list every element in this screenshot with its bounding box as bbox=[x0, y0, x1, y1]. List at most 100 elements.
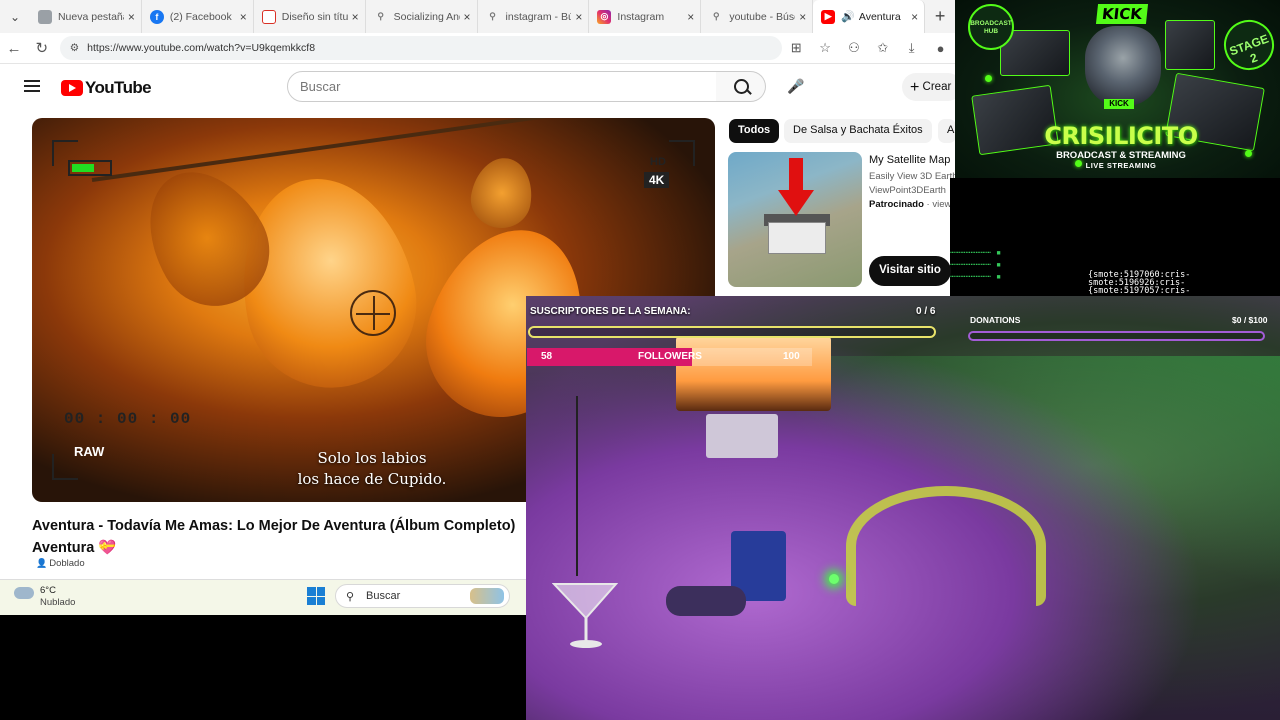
followers-goal: 100 bbox=[783, 351, 800, 362]
hoverboard bbox=[666, 586, 746, 616]
heart-icon: 💝 bbox=[98, 540, 117, 556]
light-dot bbox=[1245, 150, 1252, 157]
new-tab-icon[interactable]: + bbox=[925, 6, 955, 27]
tripod-stand bbox=[576, 396, 578, 576]
browser-tab[interactable]: ⚲ instagram - Bús × bbox=[478, 0, 590, 33]
frame-corner bbox=[52, 140, 78, 166]
chip-more[interactable]: A bbox=[938, 119, 956, 143]
subtitle-line: Solo los labios bbox=[317, 449, 427, 467]
back-icon[interactable]: ← bbox=[0, 40, 28, 57]
browser-tab-active[interactable]: ▶ 🔊 Aventura × bbox=[813, 0, 926, 33]
tab-title: Diseño sin título bbox=[281, 10, 348, 23]
browser-tab[interactable]: Nueva pestaña × bbox=[30, 0, 142, 33]
hud-4k-label: 4K bbox=[644, 172, 670, 188]
martini-glass-icon bbox=[552, 583, 618, 648]
create-button[interactable]: + Crear bbox=[902, 73, 962, 101]
youtube-icon: ▶ bbox=[821, 9, 836, 24]
video-title: Aventura - Todavía Me Amas: Lo Mejor De … bbox=[32, 515, 527, 559]
wall-unit bbox=[706, 414, 778, 458]
close-icon[interactable]: × bbox=[799, 10, 806, 24]
leaf-image bbox=[466, 153, 538, 233]
brand-title: CRISILICITO bbox=[1044, 122, 1198, 150]
close-icon[interactable]: × bbox=[128, 10, 135, 24]
apps-icon[interactable]: ⊞ bbox=[782, 40, 811, 56]
weather-temperature[interactable]: 6°C bbox=[40, 585, 56, 596]
youtube-logo[interactable]: YouTube bbox=[61, 78, 152, 98]
followers-label: FOLLOWERS bbox=[638, 351, 702, 362]
close-icon[interactable]: × bbox=[911, 10, 918, 24]
favorite-icon[interactable]: ☆ bbox=[811, 40, 840, 56]
address-bar: ← ↻ ⚙ https://www.youtube.com/watch?v=U9… bbox=[0, 33, 955, 64]
plus-icon: + bbox=[910, 79, 920, 96]
close-icon[interactable]: × bbox=[575, 10, 582, 24]
menu-icon[interactable] bbox=[24, 80, 40, 92]
search-icon: ⚲ bbox=[377, 11, 384, 21]
chip-salsa[interactable]: De Salsa y Bachata Éxitos bbox=[784, 119, 932, 143]
hud-raw-label: RAW bbox=[74, 444, 105, 459]
tab-title: Socializing And bbox=[393, 10, 460, 23]
close-icon[interactable]: × bbox=[352, 10, 359, 24]
browser-tab[interactable]: ⚲ youtube - Búsq × bbox=[701, 0, 814, 33]
tab-title: Aventura bbox=[858, 10, 901, 23]
search-icon: ⚲ bbox=[713, 11, 720, 21]
frame-corner bbox=[669, 140, 695, 166]
dubbed-label: Doblado bbox=[49, 558, 85, 569]
ad-desc-line: Easily View 3D Earth bbox=[869, 171, 958, 182]
tab-title: youtube - Búsq bbox=[729, 10, 796, 23]
search-icon: ⚲ bbox=[489, 11, 496, 21]
chat-line: {smote:5197057:cris- bbox=[1088, 286, 1191, 296]
tab-title: Nueva pestaña bbox=[57, 10, 124, 23]
ad-title[interactable]: My Satellite Map bbox=[869, 154, 950, 166]
search-highlight-image bbox=[470, 588, 504, 604]
url-field[interactable]: ⚙ https://www.youtube.com/watch?v=U9kqem… bbox=[59, 36, 782, 60]
search-input[interactable]: Buscar bbox=[287, 71, 717, 102]
weather-condition[interactable]: Nublado bbox=[40, 597, 75, 608]
profile-icon[interactable]: ● bbox=[926, 41, 955, 56]
reload-icon[interactable]: ↻ bbox=[28, 39, 56, 57]
donations-label: DONATIONS bbox=[970, 315, 1021, 325]
download-icon[interactable]: ⤓ bbox=[897, 40, 926, 56]
chat-emotes: ⋯⋯⋯⋯⋯⋯⋯⋯ ▪ bbox=[950, 248, 1002, 258]
browser-tab[interactable]: ◎ Instagram × bbox=[589, 0, 702, 33]
browser-tab-strip: ⌄ Nueva pestaña × f (2) Facebook × Diseñ… bbox=[0, 0, 955, 33]
site-info-icon[interactable]: ⚙ bbox=[70, 42, 79, 54]
browser-tab[interactable]: Diseño sin título × bbox=[254, 0, 366, 33]
close-icon[interactable]: × bbox=[240, 10, 247, 24]
browser-tab[interactable]: ⚲ Socializing And × bbox=[366, 0, 478, 33]
browser-tab[interactable]: f (2) Facebook × bbox=[142, 0, 254, 33]
cloud-icon[interactable] bbox=[14, 587, 34, 599]
search-icon: ⚲ bbox=[346, 591, 355, 603]
subs-goal-label: SUSCRIPTORES DE LA SEMANA: bbox=[530, 306, 691, 317]
visit-site-button[interactable]: Visitar sitio bbox=[869, 256, 951, 286]
video-title-line: Aventura bbox=[32, 540, 95, 556]
followers-current: 58 bbox=[541, 351, 553, 362]
hud-timer: 00 : 00 : 00 bbox=[64, 410, 192, 428]
tab-list-menu-icon[interactable]: ⌄ bbox=[0, 0, 30, 33]
tab-title: Instagram bbox=[617, 10, 665, 23]
ad-thumbnail[interactable] bbox=[728, 152, 862, 287]
microphone-icon[interactable]: 🎤 bbox=[787, 78, 805, 96]
windows-start-icon[interactable] bbox=[307, 587, 325, 605]
kick-logo: KICK bbox=[1095, 4, 1149, 24]
close-icon[interactable]: × bbox=[687, 10, 694, 24]
person-icon: 👤 bbox=[36, 558, 48, 568]
exercise-bike bbox=[846, 486, 1046, 606]
hud-hd-label: HD bbox=[650, 156, 666, 168]
extensions-icon[interactable]: ⚇ bbox=[839, 40, 868, 56]
lion-mascot-image bbox=[1085, 26, 1161, 106]
brand-tagline: LIVE STREAMING bbox=[1085, 161, 1157, 170]
close-icon[interactable]: × bbox=[464, 10, 471, 24]
ad-description: Easily View 3D Earth ViewPoint3DEarth bbox=[869, 170, 959, 198]
tab-title: (2) Facebook bbox=[169, 10, 232, 23]
video-title-line: Aventura - Todavía Me Amas: Lo Mejor De … bbox=[32, 518, 516, 534]
chat-emotes: ⋯⋯⋯⋯⋯⋯⋯⋯ ▪ bbox=[950, 272, 1002, 282]
chip-all[interactable]: Todos bbox=[729, 119, 780, 143]
kick-logo-small: KICK bbox=[1104, 99, 1134, 109]
speaker-icon[interactable]: 🔊 bbox=[841, 10, 855, 23]
search-button[interactable] bbox=[716, 71, 766, 102]
chat-emotes: ⋯⋯⋯⋯⋯⋯⋯⋯ ▪ bbox=[950, 260, 1002, 270]
donations-amount: $0 / $100 bbox=[1232, 315, 1268, 325]
video-subtitle: Solo los labios los hace de Cupido. bbox=[262, 448, 482, 490]
collections-icon[interactable]: ✩ bbox=[868, 40, 897, 56]
subs-goal-bar bbox=[528, 326, 936, 338]
